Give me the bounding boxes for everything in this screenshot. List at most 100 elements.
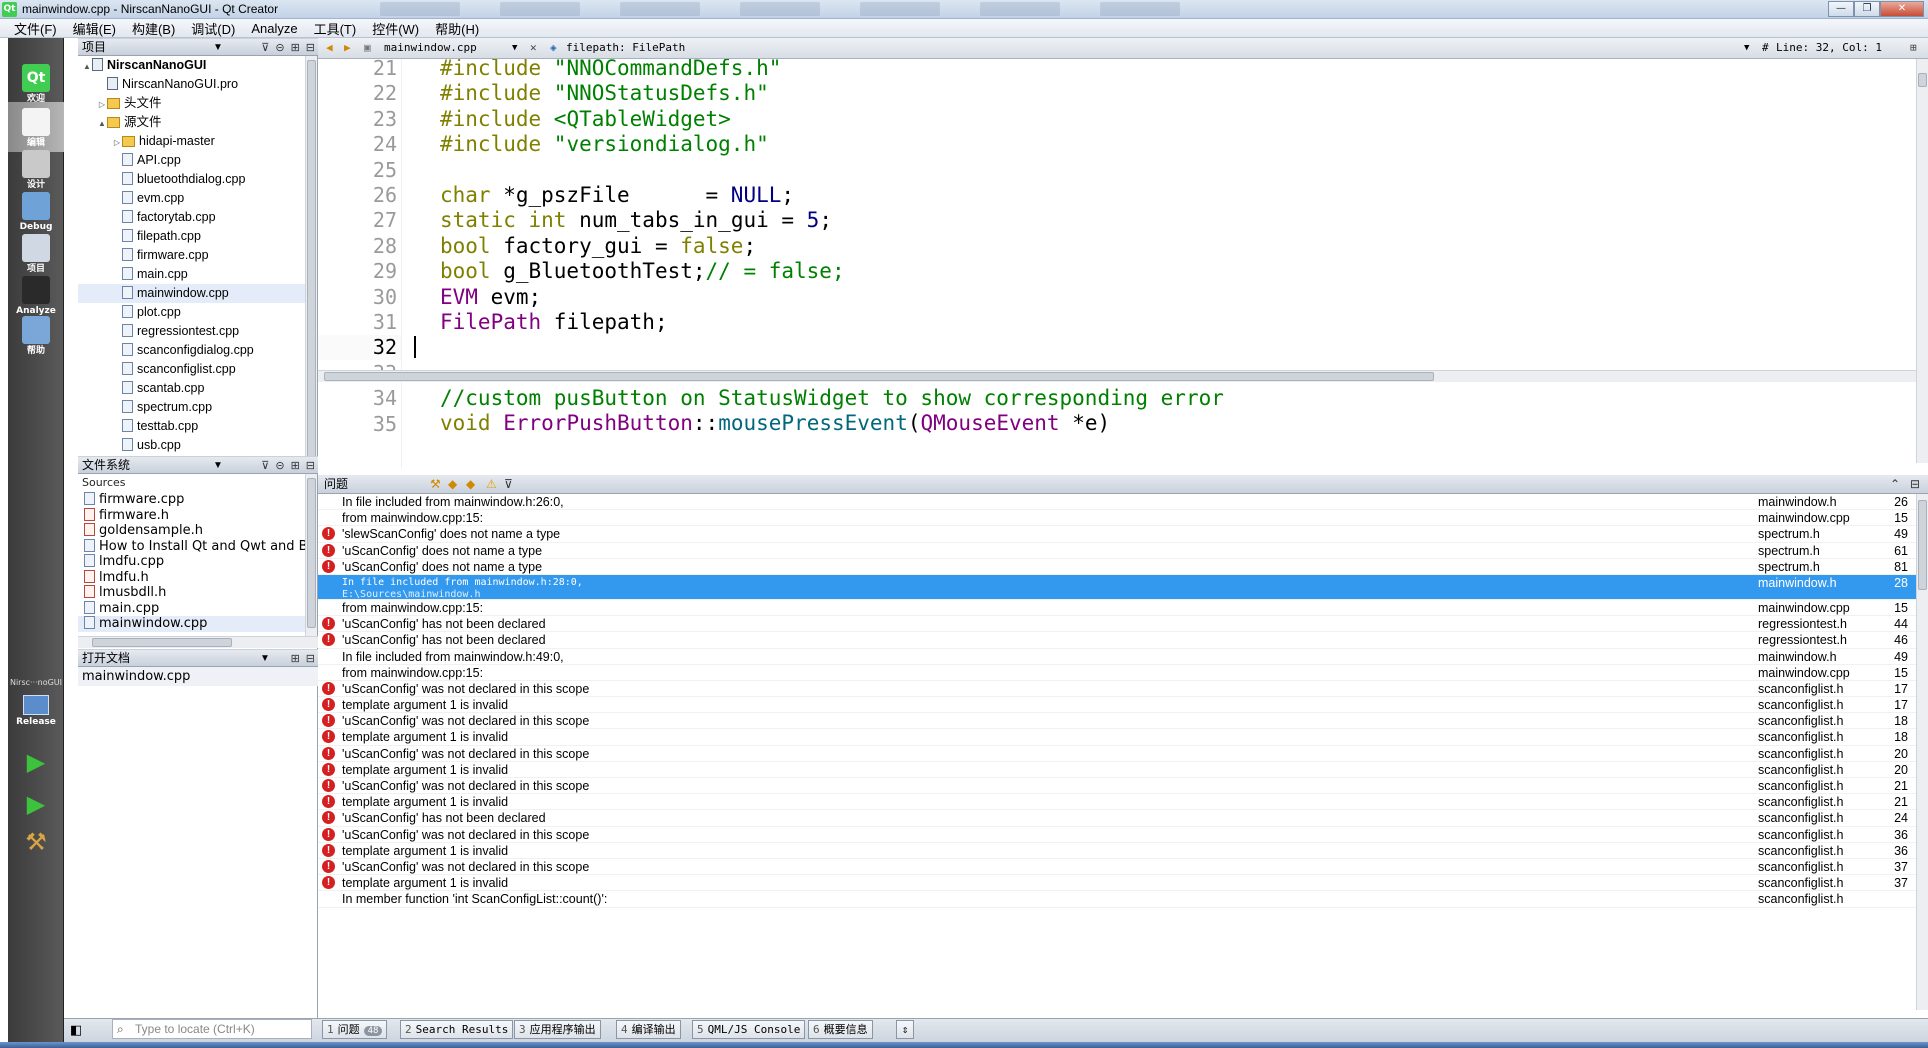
code-line[interactable] xyxy=(414,335,1914,360)
filesystem-scrollbar[interactable] xyxy=(305,474,317,636)
fs-file-item[interactable]: goldensample.h xyxy=(78,523,306,539)
locator-input[interactable]: ⌕ Type to locate (Ctrl+K) xyxy=(112,1019,312,1039)
kit-selector[interactable]: Nirsc···noGUI Release xyxy=(8,678,64,727)
issue-row[interactable]: from mainwindow.cpp:15: mainwindow.cpp 15 xyxy=(318,510,1928,527)
mode-帮助[interactable]: 帮助 xyxy=(8,310,64,360)
tree-item[interactable]: ▲ NirscanNanoGUI xyxy=(78,56,306,75)
issue-row[interactable]: In file included from mainwindow.h:26:0,… xyxy=(318,494,1928,511)
symbol-combo[interactable]: filepath: FilePath xyxy=(566,38,685,58)
output-tab[interactable]: 4 编译输出 xyxy=(616,1020,681,1039)
code-area[interactable]: #include "NNOCommandDefs.h" #include "NNO… xyxy=(414,59,1914,465)
sync-icon[interactable]: ⊝ xyxy=(275,458,284,475)
code-line[interactable]: bool factory_gui = false; xyxy=(440,234,1914,259)
issue-row[interactable]: ! template argument 1 is invalid scanconfi… xyxy=(318,794,1928,811)
issue-row[interactable]: ! 'uScanConfig' was not declared in this … xyxy=(318,681,1928,698)
issue-row[interactable]: ! template argument 1 is invalid scanconfi… xyxy=(318,697,1928,714)
chevron-down-icon[interactable]: ▼ xyxy=(260,650,270,667)
run-icon[interactable]: ▶ xyxy=(8,748,64,776)
issues-scrollbar[interactable] xyxy=(1916,494,1928,1010)
warning-icon[interactable]: ⚠ xyxy=(486,475,497,493)
menu-item[interactable]: 帮助(H) xyxy=(435,19,479,38)
tree-item[interactable]: mainwindow.cpp xyxy=(78,284,306,303)
tree-item[interactable]: regressiontest.cpp xyxy=(78,322,306,341)
tree-item[interactable]: spectrum.cpp xyxy=(78,398,306,417)
maximize-pane-icon[interactable]: ⌃ xyxy=(1890,475,1900,493)
fs-file-item[interactable]: firmware.h xyxy=(78,507,306,524)
build-hammer-icon[interactable]: ⚒ xyxy=(8,828,64,856)
code-line[interactable]: static int num_tabs_in_gui = 5; xyxy=(440,208,1914,233)
code-line[interactable]: FilePath filepath; xyxy=(440,310,1914,335)
issue-row[interactable]: In file included from mainwindow.h:49:0,… xyxy=(318,649,1928,665)
issue-row[interactable]: ! 'uScanConfig' was not declared in this … xyxy=(318,859,1928,876)
issue-row[interactable]: ! 'uScanConfig' has not been declared scan… xyxy=(318,810,1928,827)
fs-file-item[interactable]: lmdfu.cpp xyxy=(78,554,306,570)
code-line[interactable]: #include "NNOStatusDefs.h" xyxy=(440,81,1914,106)
close-panel-icon[interactable]: ⊟ xyxy=(306,40,315,57)
menu-item[interactable]: 控件(W) xyxy=(372,19,419,38)
prev-issue-icon[interactable]: ◆ xyxy=(448,475,457,493)
code-line[interactable]: bool g_BluetoothTest;// = false; xyxy=(440,259,1914,284)
expand-arrow-icon[interactable]: ▲ xyxy=(97,114,107,133)
tree-item[interactable]: bluetoothdialog.cpp xyxy=(78,170,306,189)
next-issue-icon[interactable]: ◆ xyxy=(466,475,475,493)
chevron-down-icon[interactable]: ▼ xyxy=(1744,38,1749,58)
file-combo[interactable]: mainwindow.cpp xyxy=(382,38,518,58)
more-tabs-icon[interactable]: ⇕ xyxy=(896,1020,914,1039)
fs-file-item[interactable]: How to Install Qt and Qwt and Bui xyxy=(78,538,306,555)
issue-row[interactable]: ! 'slewScanConfig' does not name a type sp… xyxy=(318,526,1928,543)
issue-row[interactable]: ! 'uScanConfig' does not name a type spect… xyxy=(318,543,1928,559)
code-line[interactable] xyxy=(440,158,1914,183)
issue-row[interactable]: ! template argument 1 is invalid scanconfi… xyxy=(318,875,1928,892)
tree-item[interactable]: plot.cpp xyxy=(78,303,306,322)
issue-row[interactable]: ! 'uScanConfig' does not name a type spect… xyxy=(318,559,1928,575)
build-icon[interactable]: ⚒ xyxy=(430,475,441,493)
fs-file-item[interactable]: firmware.cpp xyxy=(78,492,306,508)
issue-row[interactable]: ! 'uScanConfig' was not declared in this … xyxy=(318,827,1928,843)
issue-row[interactable]: ! 'uScanConfig' was not declared in this … xyxy=(318,713,1928,730)
fs-file-item[interactable]: lmdfu.h xyxy=(78,569,306,586)
tree-item[interactable]: scantab.cpp xyxy=(78,379,306,398)
issue-row[interactable]: ! 'uScanConfig' has not been declared regr… xyxy=(318,616,1928,633)
issue-row[interactable]: ! 'uScanConfig' was not declared in this … xyxy=(318,778,1928,795)
close-button[interactable]: ✕ xyxy=(1880,1,1924,17)
split-icon[interactable]: ⊞ xyxy=(1910,38,1917,58)
filter-icon[interactable]: ⊽ xyxy=(504,475,513,493)
chevron-down-icon[interactable]: ▼ xyxy=(213,457,223,474)
split-icon[interactable]: ⊞ xyxy=(291,651,300,668)
issue-row[interactable]: from mainwindow.cpp:15: mainwindow.cpp 15 xyxy=(318,600,1928,617)
tree-item[interactable]: NirscanNanoGUI.pro xyxy=(78,75,306,94)
mode-欢迎[interactable]: Qt 欢迎 xyxy=(8,58,64,108)
sync-icon[interactable]: ⊝ xyxy=(275,40,284,57)
chevron-down-icon[interactable]: ▼ xyxy=(213,39,223,56)
tree-item[interactable]: testtab.cpp xyxy=(78,417,306,436)
menu-item[interactable]: 文件(F) xyxy=(14,19,57,38)
debug-run-icon[interactable]: ▶ xyxy=(8,790,64,818)
fs-file-item[interactable]: mainwindow.cpp xyxy=(78,616,306,632)
code-line[interactable]: #include "NNOCommandDefs.h" xyxy=(440,59,1914,81)
code-editor[interactable]: 212223242526272829303132333435 #include … xyxy=(318,59,1928,468)
filesystem-hscrollbar[interactable] xyxy=(78,636,318,648)
tree-item[interactable]: ▷ hidapi-master xyxy=(78,132,306,151)
expand-arrow-icon[interactable]: ▷ xyxy=(112,133,122,152)
output-tab[interactable]: 6 概要信息 xyxy=(808,1020,873,1039)
maximize-button[interactable]: ❐ xyxy=(1854,1,1880,17)
projects-panel-header[interactable]: 项目 ▼ ⊽ ⊝ ⊞ ⊟ xyxy=(78,38,318,56)
chevron-down-icon[interactable]: ▼ xyxy=(512,38,517,58)
output-tab[interactable]: 3 应用程序输出 xyxy=(514,1020,601,1039)
issue-row[interactable]: In member function 'int ScanConfigList::… xyxy=(318,891,1928,908)
minimize-button[interactable]: — xyxy=(1828,1,1854,17)
expand-arrow-icon[interactable]: ▲ xyxy=(82,57,92,76)
filter-icon[interactable]: ⊽ xyxy=(261,458,269,475)
issue-row[interactable]: ! template argument 1 is invalid scanconfi… xyxy=(318,729,1928,746)
tree-item[interactable]: evm.cpp xyxy=(78,189,306,208)
tree-item[interactable]: main.cpp xyxy=(78,265,306,284)
tree-item[interactable]: factorytab.cpp xyxy=(78,208,306,227)
tree-item[interactable]: API.cpp xyxy=(78,151,306,170)
close-panel-icon[interactable]: ⊟ xyxy=(306,651,315,668)
code-line[interactable]: char *g_pszFile = NULL; xyxy=(440,183,1914,208)
output-tab[interactable]: 1 问题 48 xyxy=(322,1020,388,1039)
menu-item[interactable]: 构建(B) xyxy=(132,19,175,38)
code-line[interactable]: #include <QTableWidget> xyxy=(440,107,1914,132)
code-line[interactable]: //custom pusButton on StatusWidget to sh… xyxy=(440,386,1914,411)
issue-row[interactable]: from mainwindow.cpp:15: mainwindow.cpp 15 xyxy=(318,665,1928,681)
